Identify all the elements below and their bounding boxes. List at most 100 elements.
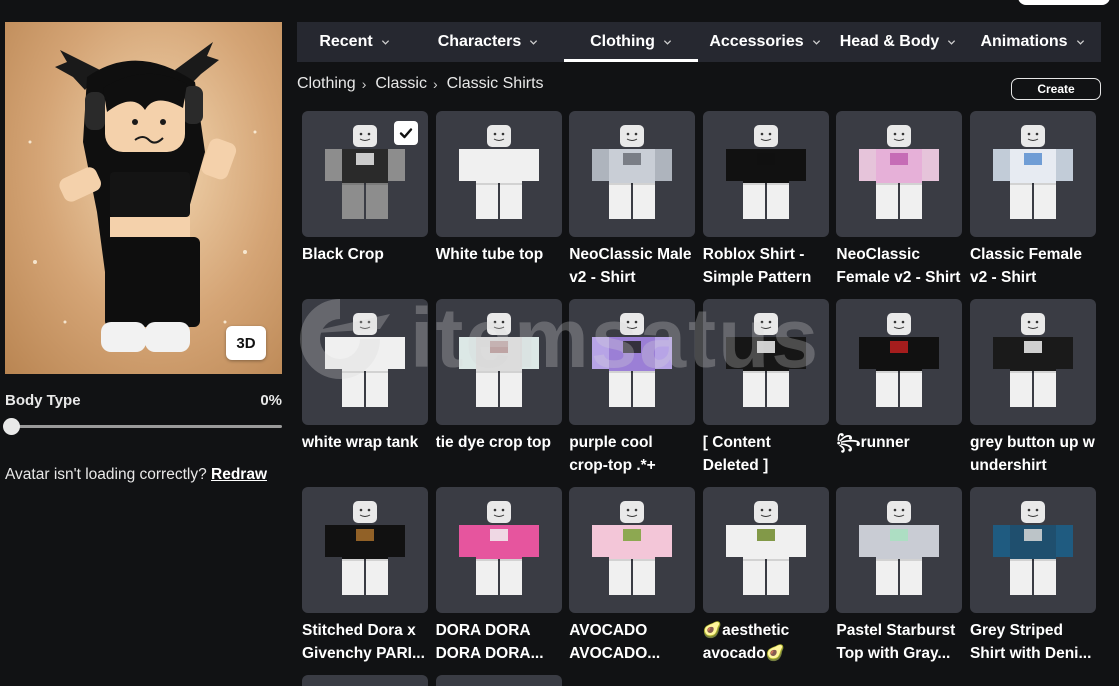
item-card[interactable]: NeoClassic Male v2 - Shirt: [569, 111, 696, 299]
item-card-partial[interactable]: [435, 675, 562, 686]
item-name: grey button up w undershirt: [969, 434, 1095, 474]
tab-head-body[interactable]: Head & Body: [832, 22, 964, 62]
item-name: White tube top: [435, 246, 544, 263]
category-tabbar: Recent Characters Clothing Accessories Head …: [297, 22, 1101, 62]
chevron-down-icon: [812, 39, 820, 45]
item-thumbnail[interactable]: [702, 299, 829, 425]
item-thumbnail[interactable]: [836, 487, 963, 613]
top-right-button[interactable]: [1018, 0, 1110, 5]
body-type-value: 0%: [260, 392, 282, 409]
item-thumbnail[interactable]: [569, 299, 696, 425]
tab-characters[interactable]: Characters: [412, 22, 564, 62]
breadcrumb-item[interactable]: Clothing: [297, 75, 356, 93]
shirt-thumbnail: [458, 125, 539, 219]
body-type-slider[interactable]: [3, 418, 282, 435]
item-card-partial[interactable]: [302, 675, 428, 686]
avatar-loading-help: Avatar isn't loading correctly? Redraw: [5, 466, 267, 484]
view-3d-button[interactable]: 3D: [226, 326, 266, 360]
item-name: ꧂runner: [836, 434, 910, 451]
tab-accessories[interactable]: Accessories: [698, 22, 832, 62]
chevron-down-icon: [1076, 39, 1084, 45]
shirt-thumbnail: [458, 501, 539, 595]
item-name: white wrap tank: [302, 434, 419, 451]
shirt-thumbnail: [992, 125, 1073, 219]
tab-label: Characters: [437, 33, 522, 50]
item-name: Roblox Shirt - Simple Pattern: [702, 246, 812, 286]
item-thumbnail[interactable]: [702, 111, 829, 237]
item-thumbnail[interactable]: [969, 487, 1096, 613]
tab-recent[interactable]: Recent: [297, 22, 412, 62]
checkmark-icon: [394, 121, 418, 145]
tab-label: Animations: [980, 33, 1068, 50]
shirt-thumbnail: [992, 501, 1073, 595]
tab-label: Head & Body: [839, 33, 940, 50]
item-thumbnail[interactable]: [836, 299, 963, 425]
breadcrumb-item[interactable]: Classic: [375, 75, 427, 93]
chevron-down-icon: [948, 39, 956, 45]
avatar-preview[interactable]: 3D: [5, 22, 282, 374]
item-card[interactable]: grey button up w undershirt: [969, 299, 1096, 487]
chevron-down-icon: [663, 39, 672, 45]
item-thumbnail[interactable]: [569, 111, 696, 237]
item-card[interactable]: 🥑aesthetic avocado🥑: [702, 487, 829, 675]
item-name: NeoClassic Male v2 - Shirt: [569, 246, 692, 286]
breadcrumb: Clothing › Classic › Classic Shirts: [297, 75, 544, 93]
avatar-figure: [28, 42, 257, 352]
item-card[interactable]: Stitched Dora x Givenchy PARI...: [302, 487, 428, 675]
item-name: 🥑aesthetic avocado🥑: [702, 622, 790, 662]
item-card[interactable]: White tube top: [435, 111, 562, 299]
chevron-right-icon: ›: [432, 76, 438, 92]
item-name: Grey Striped Shirt with Deni...: [969, 622, 1092, 662]
shirt-thumbnail: [859, 125, 940, 219]
redraw-link[interactable]: Redraw: [211, 466, 267, 483]
create-button[interactable]: Create: [1011, 78, 1101, 100]
item-card[interactable]: Pastel Starburst Top with Gray...: [836, 487, 963, 675]
item-card[interactable]: Grey Striped Shirt with Deni...: [969, 487, 1096, 675]
item-name: Pastel Starburst Top with Gray...: [836, 622, 956, 662]
item-thumbnail[interactable]: [969, 299, 1096, 425]
breadcrumb-item: Classic Shirts: [446, 75, 544, 92]
shirt-thumbnail: [725, 313, 806, 407]
avatar-loading-text: Avatar isn't loading correctly?: [5, 466, 207, 483]
item-thumbnail[interactable]: [702, 487, 829, 613]
item-thumbnail[interactable]: [302, 111, 428, 237]
item-thumbnail[interactable]: [302, 487, 428, 613]
body-type-row: Body Type 0%: [5, 392, 282, 409]
shirt-thumbnail: [725, 501, 806, 595]
item-card[interactable]: purple cool crop-top .*+: [569, 299, 696, 487]
item-card[interactable]: Roblox Shirt - Simple Pattern: [702, 111, 829, 299]
item-card[interactable]: [ Content Deleted ]: [702, 299, 829, 487]
item-card[interactable]: NeoClassic Female v2 - Shirt: [836, 111, 963, 299]
item-name: Black Crop: [302, 246, 384, 263]
chevron-right-icon: ›: [361, 76, 367, 92]
shirt-thumbnail: [592, 125, 673, 219]
tab-clothing[interactable]: Clothing: [564, 22, 698, 62]
chevron-down-icon: [381, 39, 389, 45]
item-name: Stitched Dora x Givenchy PARI...: [302, 622, 425, 662]
item-card[interactable]: DORA DORA DORA DORA...: [435, 487, 562, 675]
item-card[interactable]: white wrap tank: [302, 299, 428, 487]
item-name: NeoClassic Female v2 - Shirt: [836, 246, 961, 286]
item-card[interactable]: Classic Female v2 - Shirt: [969, 111, 1096, 299]
shirt-thumbnail: [458, 313, 539, 407]
item-card[interactable]: Black Crop: [302, 111, 428, 299]
body-type-slider-thumb[interactable]: [3, 418, 20, 435]
item-thumbnail[interactable]: [836, 111, 963, 237]
item-grid: Black Crop White tube top NeoClassic Male …: [302, 111, 1096, 675]
item-thumbnail[interactable]: [969, 111, 1096, 237]
item-thumbnail[interactable]: [435, 299, 562, 425]
item-thumbnail[interactable]: [435, 111, 562, 237]
item-name: Classic Female v2 - Shirt: [969, 246, 1082, 286]
item-card[interactable]: tie dye crop top: [435, 299, 562, 487]
item-name: purple cool crop-top .*+: [569, 434, 656, 474]
item-card[interactable]: ꧂runner: [836, 299, 963, 487]
item-thumbnail[interactable]: [569, 487, 696, 613]
item-thumbnail[interactable]: [435, 487, 562, 613]
tab-label: Recent: [319, 33, 373, 50]
item-name: [ Content Deleted ]: [702, 434, 771, 474]
tab-animations[interactable]: Animations: [964, 22, 1101, 62]
chevron-down-icon: [530, 39, 538, 45]
item-name: tie dye crop top: [435, 434, 551, 451]
item-thumbnail[interactable]: [302, 299, 428, 425]
item-card[interactable]: AVOCADO AVOCADO...: [569, 487, 696, 675]
